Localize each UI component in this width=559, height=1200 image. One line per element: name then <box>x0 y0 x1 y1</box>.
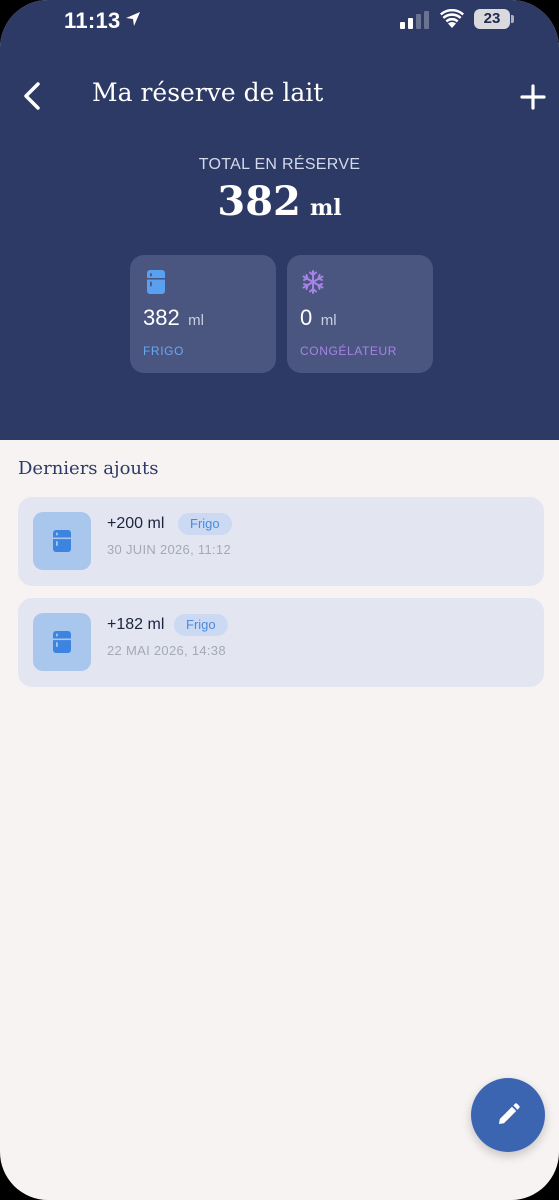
list-item[interactable]: +200 ml Frigo 30 JUIN 2026, 11:12 <box>18 497 544 586</box>
edit-button[interactable] <box>471 1078 545 1152</box>
total-unit: ml <box>309 195 342 221</box>
entry-icon <box>33 512 91 570</box>
page-title: Ma réserve de lait <box>92 78 324 107</box>
list-item[interactable]: +182 ml Frigo 22 MAI 2026, 14:38 <box>18 598 544 687</box>
frigo-card[interactable]: 382 ml FRIGO <box>130 255 276 373</box>
entry-icon <box>33 613 91 671</box>
pencil-icon <box>499 1103 520 1124</box>
fridge-icon <box>53 530 71 552</box>
section-title-recent: Derniers ajouts <box>18 458 159 479</box>
frigo-unit: ml <box>188 312 204 329</box>
congelateur-value: 0 <box>300 305 313 330</box>
location-badge: Frigo <box>178 513 232 535</box>
frigo-amount: 382 ml <box>143 305 204 331</box>
battery-level: 23 <box>474 9 510 29</box>
fridge-icon <box>147 270 165 294</box>
cellular-signal-icon <box>400 11 429 29</box>
congelateur-amount: 0 ml <box>300 305 337 331</box>
total-amount: 382 <box>217 178 301 225</box>
congelateur-card[interactable]: 0 ml CONGÉLATEUR <box>287 255 433 373</box>
snowflake-icon <box>302 270 324 294</box>
total-label: TOTAL EN RÉSERVE <box>198 156 361 173</box>
header-wave <box>0 405 559 433</box>
wifi-icon <box>440 9 464 28</box>
frigo-value: 382 <box>143 305 180 330</box>
fridge-icon <box>53 631 71 653</box>
app-screen: 11:13 23 Ma réserve de lait TOTAL EN RÉS… <box>0 0 559 1200</box>
battery-icon: 23 <box>474 9 514 29</box>
back-button[interactable] <box>18 76 52 116</box>
total-value: 382 ml <box>0 178 559 225</box>
entry-amount: +182 ml <box>107 616 165 633</box>
add-button[interactable] <box>516 80 550 114</box>
entry-date: 22 MAI 2026, 14:38 <box>107 643 226 658</box>
status-bar: 11:13 23 <box>0 0 559 44</box>
entry-amount: +200 ml <box>107 515 165 532</box>
frigo-label: FRIGO <box>143 344 184 358</box>
congelateur-unit: ml <box>320 312 337 329</box>
location-arrow-icon <box>126 12 140 26</box>
location-badge: Frigo <box>174 614 228 636</box>
battery-tip <box>511 15 514 23</box>
entry-date: 30 JUIN 2026, 11:12 <box>107 542 231 557</box>
status-time: 11:13 <box>64 8 121 33</box>
congelateur-label: CONGÉLATEUR <box>300 344 398 358</box>
